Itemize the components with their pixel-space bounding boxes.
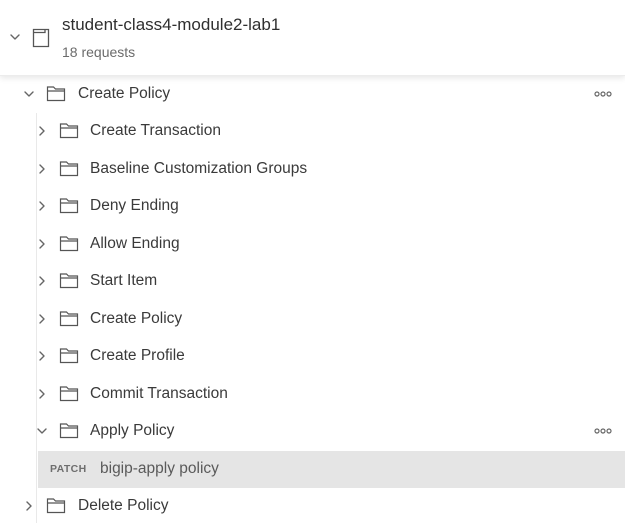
more-options-icon[interactable] xyxy=(593,84,613,104)
folder-label: Delete Policy xyxy=(78,497,169,514)
chevron-right-icon[interactable] xyxy=(35,199,49,213)
collection-title[interactable]: student-class4-module2-lab1 xyxy=(62,15,280,35)
folder-row-create-policy[interactable]: Create Policy xyxy=(0,76,625,113)
folder-icon xyxy=(59,310,79,327)
folder-label: Deny Ending xyxy=(90,197,179,214)
folder-label: Allow Ending xyxy=(90,235,180,252)
folder-icon xyxy=(59,385,79,402)
chevron-down-icon[interactable] xyxy=(35,424,49,438)
folder-icon xyxy=(46,85,66,102)
folder-label: Start Item xyxy=(90,272,158,289)
folder-row-allow-ending[interactable]: Allow Ending xyxy=(0,226,625,263)
folder-icon xyxy=(46,497,66,514)
chevron-right-icon[interactable] xyxy=(35,312,49,326)
folder-label: Apply Policy xyxy=(90,422,175,439)
folder-row-delete-policy[interactable]: Delete Policy xyxy=(0,488,625,525)
request-row-bigip-apply-policy[interactable]: PATCH bigip-apply policy xyxy=(38,451,625,488)
folder-row-start-item[interactable]: Start Item xyxy=(0,263,625,300)
folder-row-deny-ending[interactable]: Deny Ending xyxy=(0,188,625,225)
more-options-icon[interactable] xyxy=(593,421,613,441)
collection-header[interactable]: student-class4-module2-lab1 18 requests xyxy=(0,0,625,76)
folder-label: Create Policy xyxy=(78,85,171,102)
folder-icon xyxy=(59,235,79,252)
chevron-right-icon[interactable] xyxy=(22,499,36,513)
folder-icon xyxy=(59,422,79,439)
folder-row-baseline-customization-groups[interactable]: Baseline Customization Groups xyxy=(0,151,625,188)
chevron-down-icon[interactable] xyxy=(8,30,22,44)
folder-label: Commit Transaction xyxy=(90,385,228,402)
http-method-badge: PATCH xyxy=(50,463,87,475)
collection-icon xyxy=(32,28,50,48)
folder-row-create-profile[interactable]: Create Profile xyxy=(0,338,625,375)
folder-label: Create Transaction xyxy=(90,122,221,139)
folder-icon xyxy=(59,197,79,214)
chevron-right-icon[interactable] xyxy=(35,237,49,251)
folder-row-create-transaction[interactable]: Create Transaction xyxy=(0,113,625,150)
folder-icon xyxy=(59,347,79,364)
folder-row-commit-transaction[interactable]: Commit Transaction xyxy=(0,376,625,413)
folder-icon xyxy=(59,160,79,177)
folder-row-create-policy-sub[interactable]: Create Policy xyxy=(0,301,625,338)
request-name: bigip-apply policy xyxy=(100,460,219,477)
folder-row-apply-policy[interactable]: Apply Policy xyxy=(0,413,625,450)
folder-icon xyxy=(59,272,79,289)
chevron-right-icon[interactable] xyxy=(35,274,49,288)
chevron-right-icon[interactable] xyxy=(35,162,49,176)
folder-label: Baseline Customization Groups xyxy=(90,160,308,177)
folder-icon xyxy=(59,122,79,139)
collection-request-count: 18 requests xyxy=(62,44,136,60)
folder-label: Create Policy xyxy=(90,310,183,327)
chevron-right-icon[interactable] xyxy=(35,349,49,363)
chevron-right-icon[interactable] xyxy=(35,387,49,401)
folder-label: Create Profile xyxy=(90,347,185,364)
chevron-right-icon[interactable] xyxy=(35,124,49,138)
chevron-down-icon[interactable] xyxy=(22,87,36,101)
